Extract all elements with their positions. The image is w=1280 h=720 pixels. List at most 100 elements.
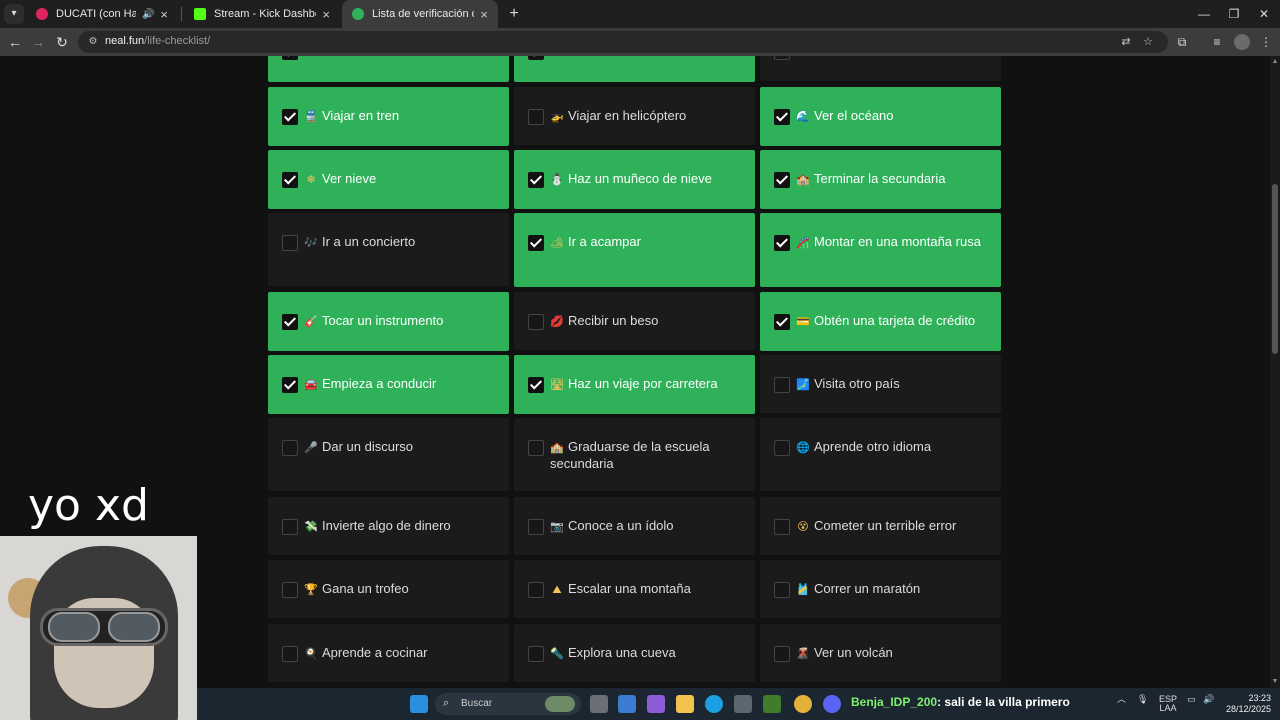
checklist-item[interactable]: ⛰ Escalar una montaña [514, 560, 755, 619]
language-indicator[interactable]: ESP LAA [1159, 695, 1177, 713]
unchecked-checkbox[interactable] [282, 235, 298, 251]
reload-icon[interactable]: ↻ [52, 32, 72, 52]
unchecked-checkbox[interactable] [282, 646, 298, 662]
checklist-item[interactable]: 💸 Invierte algo de dinero [268, 497, 509, 556]
network-icon[interactable]: ▭ [1187, 695, 1196, 704]
checklist-item[interactable] [760, 56, 1001, 82]
unchecked-checkbox[interactable] [282, 519, 298, 535]
checklist-item[interactable]: 🔦 Explora una cueva [514, 624, 755, 683]
unchecked-checkbox[interactable] [774, 646, 790, 662]
unchecked-checkbox[interactable] [528, 519, 544, 535]
checklist-item[interactable]: 🎸 Tocar un instrumento [268, 292, 509, 351]
volume-icon[interactable]: 🔊 [1203, 695, 1214, 704]
file-explorer-icon[interactable] [676, 695, 694, 713]
close-tab-icon[interactable]: × [322, 7, 330, 22]
checklist-item[interactable]: 🎤 Dar un discurso [268, 418, 509, 492]
unchecked-checkbox[interactable] [774, 440, 790, 456]
checked-checkbox[interactable] [528, 235, 544, 251]
forward-icon[interactable]: → [28, 32, 48, 52]
unchecked-checkbox[interactable] [774, 519, 790, 535]
unchecked-checkbox[interactable] [774, 56, 790, 60]
tab-search-icon[interactable]: ▾ [4, 4, 24, 24]
teams-icon[interactable] [647, 695, 665, 713]
more-menu-icon[interactable]: ⋮ [1256, 32, 1276, 52]
checklist-item[interactable]: 🛣 Haz un viaje por carretera [514, 355, 755, 414]
extensions-icon[interactable]: ⧉ [1172, 32, 1192, 52]
unchecked-checkbox[interactable] [282, 582, 298, 598]
unchecked-checkbox[interactable] [528, 646, 544, 662]
scroll-down-icon[interactable]: ▼ [1271, 678, 1279, 686]
checked-checkbox[interactable] [774, 235, 790, 251]
checklist-item[interactable]: 🌋 Ver un volcán [760, 624, 1001, 683]
checklist-item[interactable]: 🍳 Aprende a cocinar [268, 624, 509, 683]
outlook-icon[interactable] [618, 695, 636, 713]
unchecked-checkbox[interactable] [528, 314, 544, 330]
checked-checkbox[interactable] [774, 172, 790, 188]
show-hidden-icons-icon[interactable]: ︿ [1117, 695, 1126, 704]
checklist-item[interactable]: 🗾 Visita otro país [760, 355, 1001, 414]
site-info-icon[interactable]: ⚙ [86, 35, 100, 49]
new-tab-icon[interactable]: + [504, 4, 524, 24]
media-controls-icon[interactable]: ≡ [1207, 32, 1227, 52]
checked-checkbox[interactable] [774, 314, 790, 330]
checklist-item[interactable]: 🚆 Viajar en tren [268, 87, 509, 146]
unchecked-checkbox[interactable] [528, 440, 544, 456]
unchecked-checkbox[interactable] [282, 440, 298, 456]
microphone-icon[interactable]: 🎙 [1137, 695, 1148, 704]
page-scrollbar[interactable]: ▲ ▼ [1270, 56, 1280, 688]
checklist-item[interactable]: 💋 Recibir un beso [514, 292, 755, 351]
windows-start-icon[interactable] [410, 695, 428, 713]
unchecked-checkbox[interactable] [528, 582, 544, 598]
unchecked-checkbox[interactable] [528, 109, 544, 125]
checked-checkbox[interactable] [282, 109, 298, 125]
checklist-item[interactable]: ⛄ Haz un muñeco de nieve [514, 150, 755, 209]
checklist-item[interactable]: 🏫 Graduarse de la escuela secundaria [514, 418, 755, 492]
checklist-item[interactable] [268, 56, 509, 82]
translate-icon[interactable]: ⇄ [1118, 34, 1134, 50]
checklist-item[interactable]: 🌊 Ver el océano [760, 87, 1001, 146]
checked-checkbox[interactable] [282, 314, 298, 330]
close-tab-icon[interactable]: × [480, 7, 488, 22]
scroll-up-icon[interactable]: ▲ [1271, 58, 1279, 66]
checklist-item[interactable]: 🏫 Terminar la secundaria [760, 150, 1001, 209]
checked-checkbox[interactable] [282, 377, 298, 393]
checked-checkbox[interactable] [528, 172, 544, 188]
checked-checkbox[interactable] [528, 56, 544, 60]
checklist-item[interactable]: 🏕 Ir a acampar [514, 213, 755, 287]
tab-life-checklist[interactable]: Lista de verificación de vida × [342, 0, 498, 28]
checklist-item[interactable]: 🎽 Correr un maratón [760, 560, 1001, 619]
task-view-icon[interactable] [590, 695, 608, 713]
checklist-item[interactable]: ❄ Ver nieve [268, 150, 509, 209]
unchecked-checkbox[interactable] [774, 377, 790, 393]
checklist-item[interactable] [514, 56, 755, 82]
close-tab-icon[interactable]: × [160, 7, 168, 22]
checklist-item[interactable]: 💳 Obtén una tarjeta de crédito [760, 292, 1001, 351]
scroll-thumb[interactable] [1272, 184, 1278, 354]
checked-checkbox[interactable] [774, 109, 790, 125]
back-icon[interactable]: ← [5, 32, 25, 52]
checklist-item[interactable]: 😵 Cometer un terrible error [760, 497, 1001, 556]
taskbar-search[interactable]: ⌕ Buscar [435, 693, 581, 715]
profile-avatar[interactable] [1234, 34, 1250, 50]
checked-checkbox[interactable] [282, 56, 298, 60]
edge-icon[interactable] [705, 695, 723, 713]
checked-checkbox[interactable] [528, 377, 544, 393]
checked-checkbox[interactable] [282, 172, 298, 188]
tab-ducati[interactable]: DUCATI (con Hades66) - Yo 🔊 × [26, 0, 178, 28]
chrome-icon[interactable] [794, 695, 812, 713]
minecraft-icon[interactable] [763, 695, 781, 713]
address-bar[interactable]: ⚙ neal.fun/life-checklist/ ⇄ ☆ [78, 31, 1168, 53]
store-icon[interactable] [734, 695, 752, 713]
discord-icon[interactable] [823, 695, 841, 713]
checklist-item[interactable]: 🏆 Gana un trofeo [268, 560, 509, 619]
checklist-item[interactable]: 🌐 Aprende otro idioma [760, 418, 1001, 492]
checklist-item[interactable]: 📷 Conoce a un ídolo [514, 497, 755, 556]
close-window-icon[interactable]: ✕ [1246, 0, 1280, 28]
checklist-item[interactable]: 🎢 Montar en una montaña rusa [760, 213, 1001, 287]
system-clock[interactable]: 23:23 28/12/2025 [1226, 693, 1271, 715]
checklist-item[interactable]: 🚁 Viajar en helicóptero [514, 87, 755, 146]
unchecked-checkbox[interactable] [774, 582, 790, 598]
tab-kick-dashboard[interactable]: Stream - Kick Dashboard × [184, 0, 340, 28]
bookmark-star-icon[interactable]: ☆ [1140, 34, 1156, 50]
audio-playing-icon[interactable]: 🔊 [142, 9, 154, 20]
